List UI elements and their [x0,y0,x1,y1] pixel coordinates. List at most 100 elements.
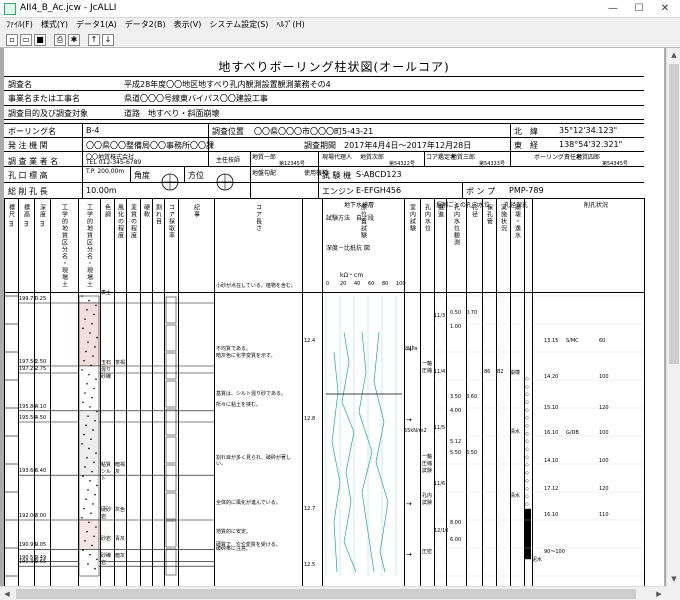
purpose-label: 調査目的及び調査対象 [8,109,88,118]
core-recovery-bar [165,296,177,324]
purpose-value: 道路 地すべり・斜面崩壊 [124,109,220,118]
maximize-button[interactable]: ☐ [626,0,652,18]
vertical-scroll-thumb[interactable] [669,64,679,364]
scroll-up-icon[interactable]: ▲ [667,48,680,62]
settings-icon[interactable]: ✱ [68,34,80,46]
lithology-dot [81,295,83,297]
column-header: 実施状況 [499,204,507,232]
pump-value: PMP-789 [509,186,544,195]
menu-data2[interactable]: データ2(B) [123,18,172,32]
drill-status: 崩壊 [510,369,521,376]
scroll-right-icon[interactable]: ▶ [652,587,666,600]
lithology-dot [90,364,92,367]
lithology-dot [96,336,98,339]
column-header: 室内試験 [408,204,416,232]
menu-format[interactable]: 様式(Y) [39,18,74,32]
test-arrow: → [406,550,412,558]
lithology-dot [91,322,93,325]
pump-label: ポ ン プ [466,187,496,196]
column-header: 孔内水位 [423,204,431,232]
stratum-depth: 2.50 [35,359,47,365]
stratum-elevation: 190.35 [19,559,37,566]
menu-file[interactable]: ﾌｧｲﾙ(F) [4,18,39,32]
drill-pressure: 17.12 [544,486,559,493]
column-header: 工学的地質区分名・現場土質名(模式) [85,204,93,288]
depth-label: 総 削 孔 長 [8,187,48,196]
location-value: 〇〇県〇〇〇市〇〇〇町5-43-21 [254,127,374,136]
column-header: 割れ目 [154,204,162,225]
groundwater-tick: 80 [382,281,389,287]
lithology-dot [92,429,94,431]
groundwater-tick: 20 [340,281,347,287]
scroll-down-icon[interactable]: ▼ [667,572,680,586]
depth-value: 10.00m [86,186,117,195]
water-level-value: 0.50 [450,310,462,316]
ordering-value: 〇〇県〇〇整備局〇〇事務所〇〇課 [86,141,214,150]
menu-data1[interactable]: データ1(A) [74,18,123,32]
stratum-note: 不均質である。 [216,346,251,352]
boring-chief-label: ボーリング責任者 [534,154,583,161]
company-tel: TEL 012-345-6789 [86,159,142,166]
column-header: 工学的地質区分名・現場土質名 [60,204,68,288]
drill-pressure: 13.15 [544,338,559,344]
arrow-down-icon[interactable]: ↓ [102,34,114,46]
column-header: 深度 m [38,204,46,228]
lithology-pattern [78,302,100,367]
horizontal-scrollbar[interactable]: ◀ ▶ [0,586,666,600]
lithology-dot [87,563,89,565]
water-level-value: 4.00 [450,408,462,414]
lithology-dot [93,535,95,538]
stratum-name: 粘質シルト [101,462,112,483]
lithology-dot [89,553,91,556]
lithology-dot [94,493,96,496]
lithology-dot [81,443,83,445]
lab-test-label: 一軸圧縮試験 [422,453,433,474]
lithology-pattern [78,519,100,550]
drill-pressure: 16.10 [544,511,559,518]
open-icon[interactable]: ▭ [20,34,32,46]
tester-value: S-ABCD123 [356,170,402,179]
save-icon[interactable]: ■ [34,34,46,46]
elevation-value: T.P. 200.00m [86,168,125,175]
drill-pressure: 15.10 [544,405,559,412]
document-canvas[interactable]: 地すべりボーリング柱状図(オールコア) 調査名 平成28年度〇〇地区地すべり孔内… [0,48,680,586]
scroll-left-icon[interactable]: ◀ [0,587,14,600]
collapse-hatch: ◇ [525,407,529,413]
stratum-depth: 8.00 [35,513,47,519]
drill-value: 100 [599,374,609,381]
horizontal-scroll-thumb[interactable] [16,589,636,599]
column-header: 孔内水位観測 [452,204,460,246]
print-icon[interactable]: ⎙ [54,34,66,46]
lab-test-label: 圧密 [422,549,433,555]
collapse-hatch: ◇ [525,478,529,484]
lithology-dot [90,438,92,441]
test-arrow: → [406,416,412,424]
lithology-dot [82,475,84,477]
drill-note: S/MC [566,338,579,344]
vertical-scrollbar[interactable]: ▲ ▼ [666,48,680,586]
lithology-dot [88,299,90,302]
menu-view[interactable]: 表示(V) [172,18,208,32]
lithology-pattern [78,365,100,412]
drill-header: 削孔状況 [584,202,609,209]
collapse-hatch: ◇ [525,462,529,468]
menu-help[interactable]: ﾍﾙﾌﾟ(H) [274,18,310,32]
core-length-value: 12.8 [304,416,316,423]
water-level-value: 0.70 [466,310,478,316]
lithology-dot [96,410,98,413]
lithology-dot [91,470,93,473]
engine-label: エンジン [322,187,354,196]
drill-value: 60 [599,338,606,344]
stratum-name: 表土 [101,290,112,296]
field-test-value: 55kN/m2 [404,427,427,434]
collapse-hatch: ◇ [525,384,529,390]
close-button[interactable]: ✕ [652,0,678,18]
lithology-dot [96,484,98,487]
collapse-hatch: ◇ [525,400,529,406]
stratum-note: 全体的に風化が進んでいる。 [216,500,281,506]
menu-system-settings[interactable]: システム設定(S) [207,18,274,32]
arrow-up-icon[interactable]: ↑ [88,34,100,46]
new-icon[interactable]: ▫ [6,34,18,46]
minimize-button[interactable]: — [600,0,626,18]
column-header: 変質の程度 [129,204,137,239]
